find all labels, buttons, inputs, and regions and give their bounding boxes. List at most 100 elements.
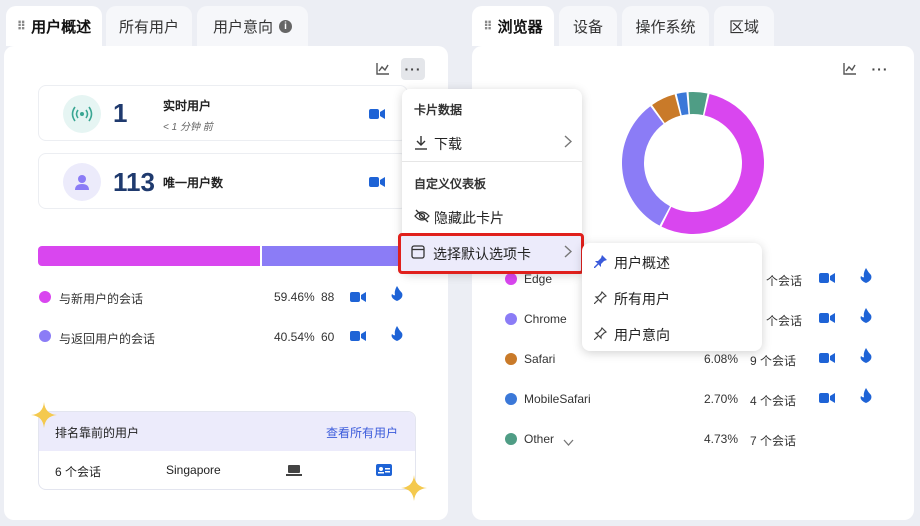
- video-icon[interactable]: [819, 351, 835, 369]
- browser-name: Chrome: [524, 312, 567, 326]
- donut-slice-mobilesafari: [676, 92, 689, 116]
- tab-label: 所有用户: [118, 18, 179, 36]
- flame-icon[interactable]: [860, 348, 872, 368]
- video-icon[interactable]: [819, 311, 835, 329]
- donut-slice-edge: [661, 93, 764, 234]
- contact-card-icon[interactable]: [376, 464, 392, 479]
- returning-sessions-bar: [262, 246, 404, 266]
- tab-label: 浏览器: [497, 18, 543, 36]
- legend-percent-returning: 40.54%: [274, 330, 315, 344]
- menu-item-select-default-tab[interactable]: 选择默认选项卡: [398, 233, 584, 274]
- video-icon[interactable]: [369, 107, 385, 125]
- browser-legend-dot: [505, 433, 517, 445]
- top-users-panel: 排名靠前的用户 查看所有用户 6 个会话 Singapore: [38, 411, 416, 490]
- tab-region[interactable]: 区域: [714, 6, 774, 46]
- eye-off-icon: [414, 209, 430, 226]
- browser-sessions: 个会话: [766, 274, 803, 288]
- donut-slice-chrome: [622, 106, 671, 226]
- submenu-item-user-overview[interactable]: 用户概述: [582, 243, 762, 279]
- flame-icon[interactable]: [391, 286, 403, 306]
- video-icon[interactable]: [369, 175, 385, 193]
- legend-dot-new: [39, 291, 51, 303]
- flame-icon[interactable]: [860, 388, 872, 408]
- realtime-users-stat: 1 实时用户 < 1 分钟 前: [38, 85, 408, 141]
- menu-item-label: 选择默认选项卡: [433, 246, 531, 262]
- unique-users-stat: 113 唯一用户数: [38, 153, 408, 209]
- tab-device[interactable]: 设备: [559, 6, 617, 46]
- browser-sessions: 4 个会话: [750, 394, 797, 408]
- info-icon[interactable]: i: [279, 19, 292, 33]
- flame-icon[interactable]: [860, 308, 872, 328]
- chevron-right-icon: [564, 245, 573, 263]
- tab-window-icon: [411, 245, 425, 264]
- browser-name: Other: [524, 432, 555, 446]
- tab-browser[interactable]: ⠿ 浏览器: [472, 6, 554, 46]
- submenu-item-label: 所有用户: [614, 291, 670, 307]
- top-users-header: 排名靠前的用户 查看所有用户: [39, 412, 415, 451]
- user-icon: [63, 163, 101, 201]
- broadcast-icon: [63, 95, 101, 133]
- pin-icon: [593, 326, 608, 343]
- browser-percent: 6.08%: [704, 352, 739, 366]
- menu-item-hide-card[interactable]: 隐藏此卡片: [402, 201, 582, 233]
- unique-users-value: 113: [113, 167, 155, 197]
- submenu-item-label: 用户意向: [614, 327, 670, 343]
- menu-item-download[interactable]: 下载: [402, 127, 582, 159]
- video-icon[interactable]: [350, 329, 366, 347]
- browser-legend-dot: [505, 393, 517, 405]
- browser-sessions: 个会话: [766, 314, 803, 328]
- laptop-icon: [286, 464, 302, 479]
- more-options-icon[interactable]: ···: [868, 58, 892, 80]
- browser-name: Edge: [524, 272, 553, 286]
- tab-user-overview[interactable]: ⠿ 用户概述: [6, 6, 102, 46]
- chart-icon[interactable]: [371, 57, 395, 79]
- sparkle-icon: [31, 402, 57, 433]
- realtime-users-time: < 1 分钟 前: [163, 122, 213, 133]
- menu-divider: [402, 161, 582, 162]
- more-options-button[interactable]: ···: [401, 58, 425, 80]
- sparkle-icon: [401, 475, 427, 506]
- submenu-item-label: 用户概述: [614, 255, 670, 271]
- top-user-location: Singapore: [166, 463, 221, 477]
- drag-handle-icon[interactable]: ⠿: [17, 19, 26, 33]
- browser-name: MobileSafari: [524, 392, 591, 406]
- browser-legend-dot: [505, 273, 517, 285]
- submenu-item-user-intent[interactable]: 用户意向: [582, 315, 762, 351]
- top-user-sessions: 6 个会话: [55, 465, 102, 479]
- browser-legend-dot: [505, 313, 517, 325]
- download-icon: [414, 135, 428, 153]
- tab-label: 操作系统: [635, 18, 696, 36]
- tab-label: 设备: [572, 18, 603, 36]
- chart-icon[interactable]: [838, 57, 862, 79]
- browser-legend-dot: [505, 353, 517, 365]
- top-user-row[interactable]: 6 个会话 Singapore: [39, 451, 415, 489]
- top-users-title: 排名靠前的用户: [55, 426, 140, 440]
- unique-users-label: 唯一用户数: [163, 176, 224, 190]
- tab-os[interactable]: 操作系统: [622, 6, 709, 46]
- video-icon[interactable]: [350, 290, 366, 308]
- video-icon[interactable]: [819, 391, 835, 409]
- tab-label: 用户意向: [212, 18, 273, 36]
- drag-handle-icon[interactable]: ⠿: [483, 19, 492, 33]
- video-icon[interactable]: [819, 271, 835, 289]
- tab-user-intent[interactable]: 用户意向 i: [197, 6, 308, 46]
- tab-all-users[interactable]: 所有用户: [106, 6, 192, 46]
- menu-section-custom-dashboard: 自定义仪表板: [414, 177, 487, 191]
- donut-slice-safari: [652, 94, 681, 124]
- default-tab-submenu: 用户概述 所有用户 用户意向: [582, 243, 762, 351]
- chevron-right-icon: [564, 135, 573, 151]
- menu-item-label: 隐藏此卡片: [434, 210, 504, 226]
- submenu-item-all-users[interactable]: 所有用户: [582, 279, 762, 315]
- chevron-down-icon[interactable]: [563, 434, 574, 452]
- browser-name: Safari: [524, 352, 556, 366]
- pin-filled-icon: [593, 255, 607, 271]
- flame-icon[interactable]: [860, 268, 872, 288]
- legend-percent-new: 59.46%: [274, 290, 315, 304]
- pin-icon: [593, 290, 608, 307]
- menu-item-label: 下载: [434, 136, 462, 152]
- view-all-users-link[interactable]: 查看所有用户: [326, 424, 398, 441]
- browser-sessions: 9 个会话: [750, 354, 797, 368]
- flame-icon[interactable]: [391, 326, 403, 346]
- donut-slice-other: [688, 92, 708, 116]
- legend-dot-returning: [39, 330, 51, 342]
